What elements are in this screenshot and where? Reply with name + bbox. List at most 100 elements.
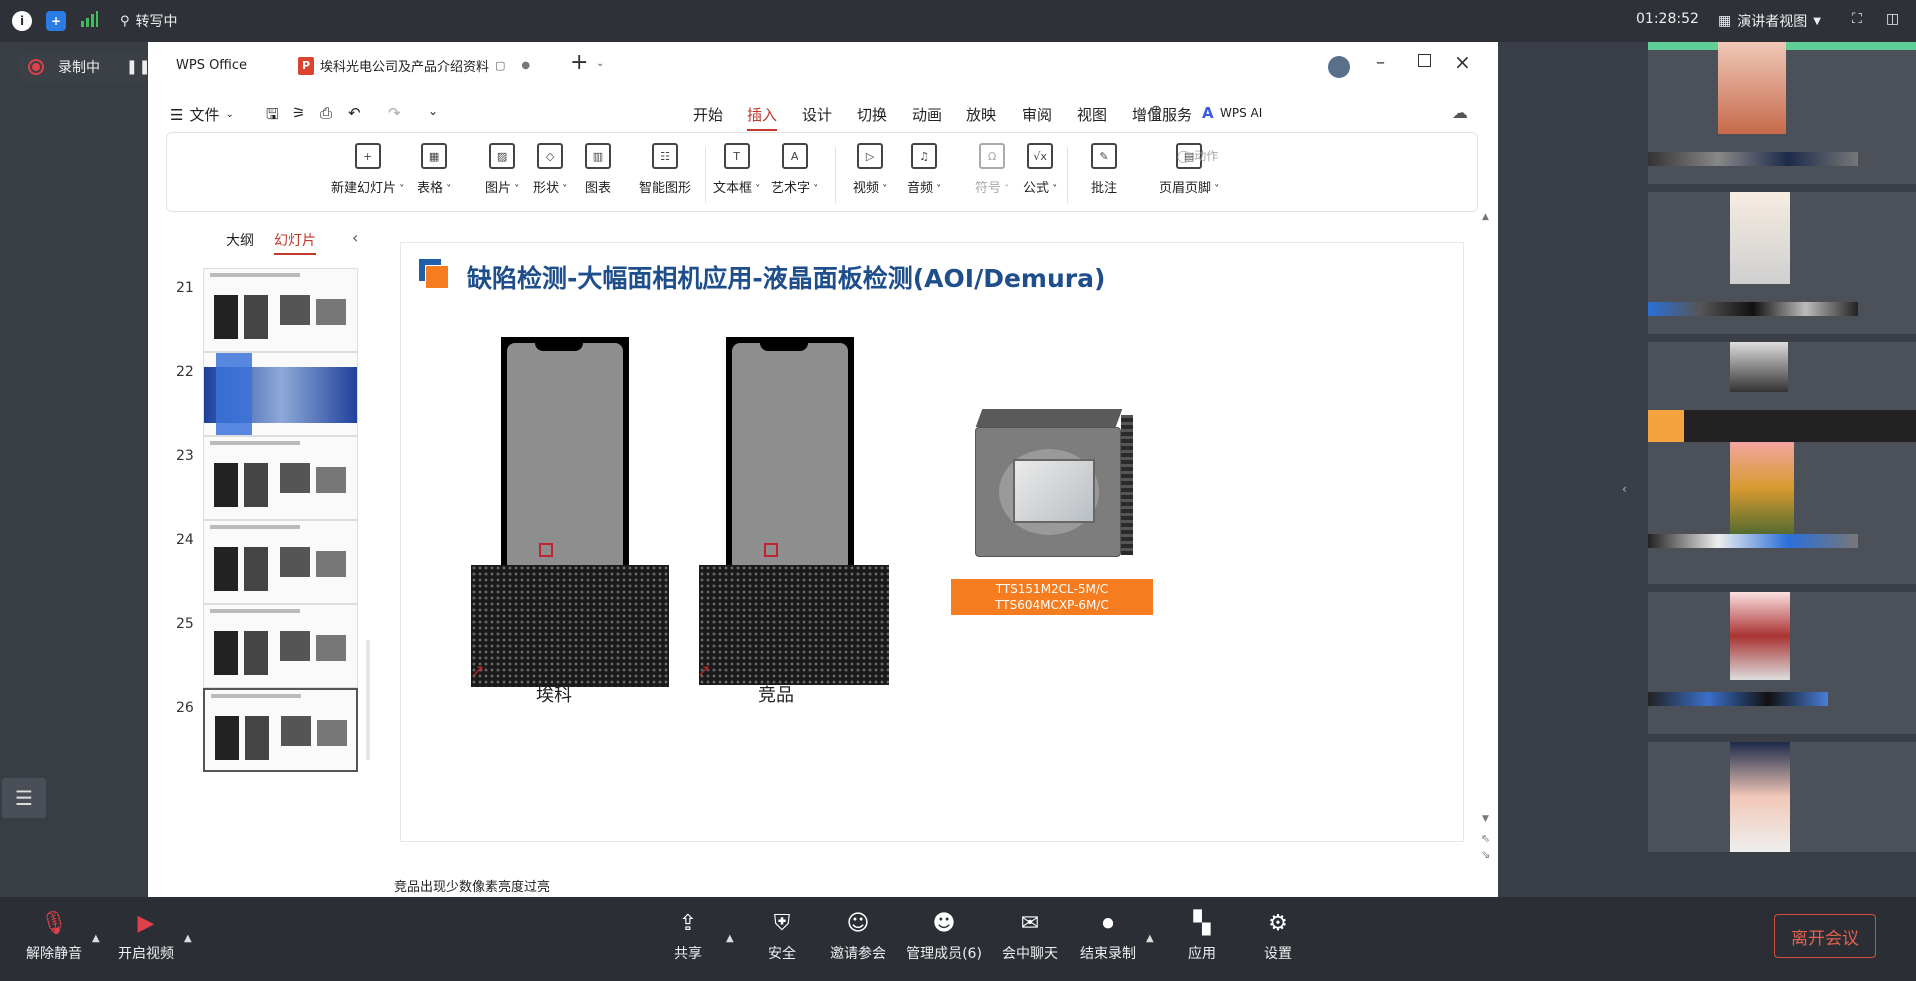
- scroll-down-icon[interactable]: ▼: [1482, 814, 1489, 824]
- menu-tab-1[interactable]: 插入: [747, 104, 778, 131]
- export-pdf-icon[interactable]: ⚞: [292, 104, 305, 122]
- minimize-icon[interactable]: –: [1376, 52, 1385, 73]
- next-slide-icon[interactable]: ⇘: [1481, 848, 1490, 861]
- slide-thumbnail-25[interactable]: [203, 604, 358, 688]
- transcribing-status[interactable]: ⚲ 转写中: [120, 11, 178, 31]
- file-menu[interactable]: ☰ 文件 ⌄: [170, 104, 234, 125]
- ribbon-shape-button[interactable]: ◇ 形状 ˅: [533, 143, 567, 196]
- menu-tab-0[interactable]: 开始: [693, 104, 723, 125]
- signal-icon[interactable]: [80, 11, 98, 27]
- toolbar-button-security-shield[interactable]: ⛨ 安全: [742, 909, 822, 963]
- slide-thumbnail-22[interactable]: [203, 352, 358, 436]
- ribbon-action-button[interactable]: ◯ 动作: [1177, 147, 1218, 164]
- menu-tab-7[interactable]: 视图: [1077, 104, 1107, 125]
- chevron-up-icon[interactable]: ▲: [184, 933, 192, 944]
- user-avatar[interactable]: [1328, 56, 1350, 78]
- ribbon-comment-button[interactable]: ✎ 批注: [1091, 143, 1117, 196]
- leave-meeting-button[interactable]: 离开会议: [1774, 914, 1876, 958]
- redo-icon[interactable]: ↷: [388, 104, 401, 122]
- participant-tile[interactable]: [1648, 742, 1916, 852]
- mouse-icon: ◯: [1177, 149, 1191, 163]
- monitor-icon: ▢: [495, 59, 506, 72]
- document-tab[interactable]: P 埃科光电公司及产品介绍资料 ▢ ●: [298, 56, 530, 75]
- participant-tile[interactable]: [1648, 192, 1916, 334]
- slide-panel: 大纲 幻灯片 ‹ 21 22 23 24 25 26: [148, 220, 373, 897]
- ribbon-picture-button[interactable]: ▨ 图片 ˅: [485, 143, 519, 196]
- chevron-down-icon: ⌄: [225, 109, 234, 120]
- ribbon-audio-button[interactable]: ♫ 音频 ˅: [907, 143, 941, 196]
- label-left: 埃科: [536, 685, 572, 706]
- toolbar-button-share-screen[interactable]: ⇪ 共享: [648, 909, 728, 963]
- participant-tile[interactable]: [1648, 442, 1916, 584]
- camera-model-line1: TTS151M2CL-5M/C: [995, 582, 1109, 596]
- toolbar-button-apps[interactable]: ▚ 应用: [1162, 909, 1242, 963]
- scroll-up-icon[interactable]: ▲: [1482, 212, 1489, 222]
- gallery-collapse-icon[interactable]: ‹: [1622, 482, 1627, 496]
- menu-tab-4[interactable]: 动画: [912, 104, 942, 125]
- slide-canvas[interactable]: 缺陷检测-大幅面相机应用-液晶面板检测(AOI/Demura) ↗ ↗ 埃科 竞…: [400, 242, 1464, 842]
- maximize-icon[interactable]: [1418, 54, 1431, 67]
- undo-icon[interactable]: ↶: [348, 104, 361, 122]
- slide-thumbnail-23[interactable]: [203, 436, 358, 520]
- quick-access-chevron-icon[interactable]: ⌄: [428, 104, 438, 118]
- menu-tab-2[interactable]: 设计: [802, 104, 832, 125]
- tab-outline[interactable]: 大纲: [226, 230, 254, 255]
- ribbon-formula-button[interactable]: √x 公式 ˅: [1023, 143, 1057, 196]
- tab-list-chevron-icon[interactable]: ⌄: [596, 58, 604, 69]
- chevron-up-icon[interactable]: ▲: [1146, 933, 1154, 944]
- tab-slides[interactable]: 幻灯片: [274, 230, 316, 255]
- menu-tab-9[interactable]: WPS AI: [1220, 106, 1262, 120]
- collapse-panel-chevron-icon[interactable]: ‹: [352, 228, 358, 247]
- print-icon[interactable]: ⎙: [320, 104, 332, 122]
- fullscreen-icon[interactable]: ⛶: [1852, 11, 1862, 27]
- toolbar-button-invite-user[interactable]: ☺ 邀请参会: [818, 909, 898, 963]
- toolbar-button-chat[interactable]: ✉ 会中聊天: [990, 909, 1070, 963]
- layout-icon: ▦: [1718, 13, 1732, 29]
- recording-label: 录制中: [58, 60, 100, 76]
- search-icon[interactable]: ⚲: [1150, 103, 1162, 123]
- toolbar-button-stop-recording[interactable]: ⏺ 结束录制: [1068, 909, 1148, 963]
- participant-tile[interactable]: [1648, 42, 1916, 184]
- ribbon-label: 音频: [907, 181, 934, 196]
- ribbon-wordart-button[interactable]: A 艺术字 ˅: [771, 143, 818, 196]
- save-icon[interactable]: 🖫: [266, 104, 279, 129]
- slide-thumbnail-21[interactable]: [203, 268, 358, 352]
- ribbon-symbol-button[interactable]: Ω 符号 ˅: [975, 143, 1009, 196]
- chevron-up-icon[interactable]: ▲: [726, 933, 734, 944]
- menu-tab-3[interactable]: 切换: [857, 104, 887, 125]
- side-panel-toggle-icon[interactable]: ☰: [2, 778, 46, 818]
- toolbar-button-settings-gear[interactable]: ⚙ 设置: [1238, 909, 1318, 963]
- speaker-notes[interactable]: 竞品出现少数像素亮度过亮: [394, 876, 550, 895]
- slide-thumbnail-26[interactable]: [203, 688, 358, 772]
- toolbar-button-label: 开启视频: [118, 946, 174, 962]
- participant-tile[interactable]: [1648, 592, 1916, 734]
- ribbon-table-button[interactable]: ▦ 表格 ˅: [417, 143, 451, 196]
- slide-thumbnail-24[interactable]: [203, 520, 358, 604]
- menu-tab-6[interactable]: 审阅: [1022, 104, 1052, 125]
- ribbon-smartart-button[interactable]: ☷ 智能图形: [639, 143, 691, 196]
- new-tab-plus-icon[interactable]: +: [570, 50, 588, 75]
- ribbon-chart-button[interactable]: ▥ 图表: [585, 143, 611, 196]
- ribbon-label: 批注: [1091, 181, 1118, 196]
- toolbar-button-mic-off[interactable]: 🎙 解除静音: [14, 909, 94, 963]
- wps-office-tab[interactable]: WPS Office: [176, 58, 247, 73]
- info-icon[interactable]: i: [12, 11, 32, 31]
- toolbar-button-members[interactable]: ☻ 管理成员(6): [904, 909, 984, 963]
- panel-scrollbar[interactable]: [366, 640, 370, 760]
- ribbon-textbox-button[interactable]: T 文本框 ˅: [713, 143, 760, 196]
- chevron-up-icon[interactable]: ▲: [92, 933, 100, 944]
- prev-slide-icon[interactable]: ⇖: [1481, 832, 1490, 845]
- ribbon-new-slide-button[interactable]: + 新建幻灯片 ˅: [331, 143, 404, 196]
- menu-tab-5[interactable]: 放映: [966, 104, 996, 125]
- toolbar-button-camera-off[interactable]: ▶ 开启视频: [106, 909, 186, 963]
- toolbar-button-label: 邀请参会: [830, 946, 886, 962]
- window-layout-icon[interactable]: ◫: [1886, 11, 1899, 27]
- toolbar-button-label: 应用: [1188, 946, 1216, 962]
- toolbar-button-label: 解除静音: [26, 946, 82, 962]
- view-mode-dropdown[interactable]: ▦ 演讲者视图 ▼: [1718, 11, 1821, 31]
- ribbon-label: 智能图形: [639, 181, 692, 196]
- cloud-upload-icon[interactable]: ☁: [1452, 103, 1468, 122]
- close-icon[interactable]: ×: [1454, 50, 1471, 74]
- shield-icon[interactable]: +: [46, 11, 66, 31]
- ribbon-video-button[interactable]: ▷ 视频 ˅: [853, 143, 887, 196]
